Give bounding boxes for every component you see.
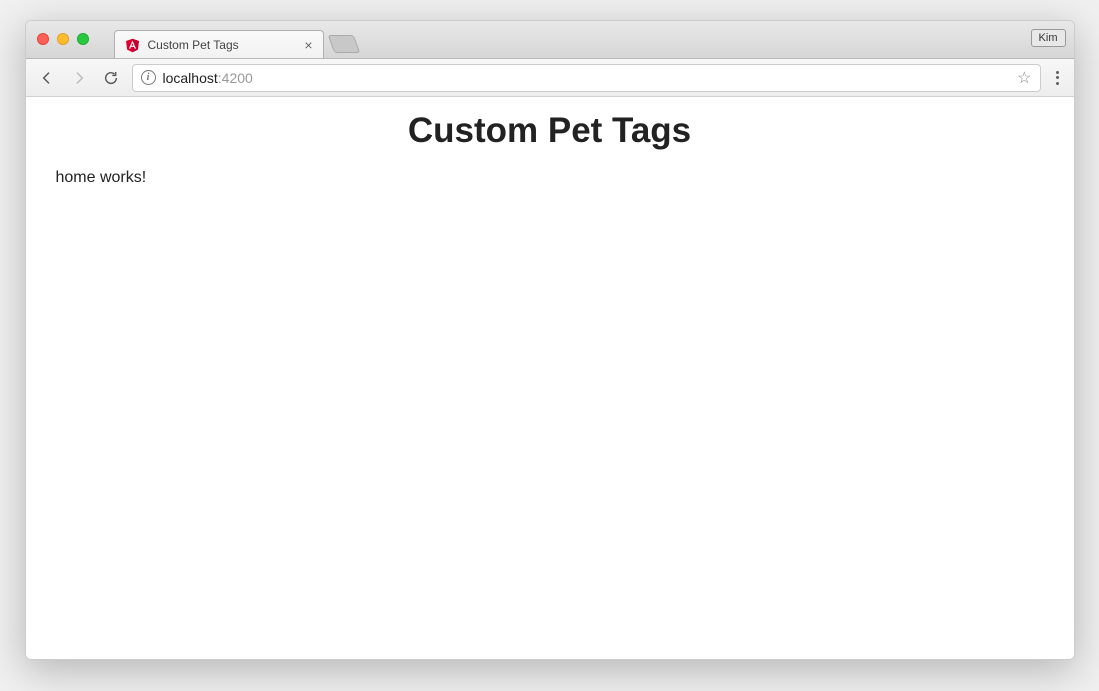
bookmark-star-icon[interactable]: ☆ xyxy=(1017,68,1031,88)
browser-window: Custom Pet Tags × Kim i loca xyxy=(25,20,1075,660)
window-controls xyxy=(37,33,89,45)
page-heading: Custom Pet Tags xyxy=(56,111,1044,151)
browser-menu-button[interactable] xyxy=(1051,71,1064,85)
maximize-window-button[interactable] xyxy=(77,33,89,45)
url-text: localhost:4200 xyxy=(163,70,1011,86)
angular-favicon-icon xyxy=(125,37,141,53)
new-tab-button[interactable] xyxy=(327,35,360,53)
forward-button[interactable] xyxy=(68,67,90,89)
profile-badge[interactable]: Kim xyxy=(1031,29,1066,47)
browser-tab[interactable]: Custom Pet Tags × xyxy=(114,30,324,58)
reload-button[interactable] xyxy=(100,67,122,89)
url-host: localhost xyxy=(163,70,218,86)
minimize-window-button[interactable] xyxy=(57,33,69,45)
page-content: Custom Pet Tags home works! xyxy=(26,97,1074,659)
tab-title: Custom Pet Tags xyxy=(148,38,298,52)
tab-strip: Custom Pet Tags × xyxy=(114,21,357,58)
page-body-text: home works! xyxy=(56,169,1044,187)
url-port: :4200 xyxy=(218,70,253,86)
site-info-icon[interactable]: i xyxy=(141,70,156,85)
toolbar: i localhost:4200 ☆ xyxy=(26,59,1074,97)
tab-close-button[interactable]: × xyxy=(304,38,312,52)
address-bar[interactable]: i localhost:4200 ☆ xyxy=(132,64,1041,92)
titlebar: Custom Pet Tags × Kim xyxy=(26,21,1074,59)
close-window-button[interactable] xyxy=(37,33,49,45)
back-button[interactable] xyxy=(36,67,58,89)
